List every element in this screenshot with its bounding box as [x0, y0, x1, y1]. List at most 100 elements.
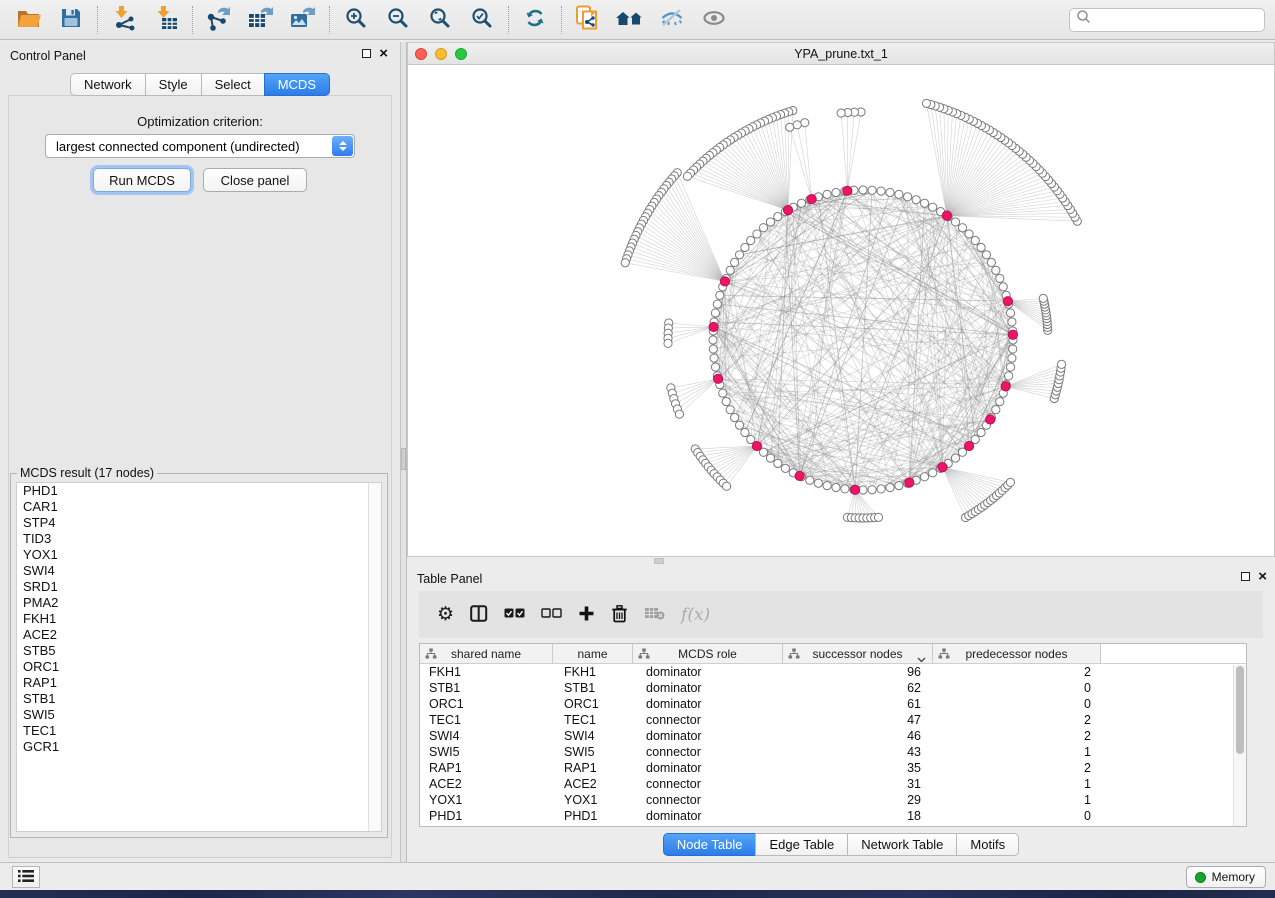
table-cell[interactable]: PHD1: [420, 808, 553, 824]
table-cell[interactable]: connector: [633, 776, 783, 792]
mcds-result-item[interactable]: CAR1: [17, 499, 381, 515]
import-table-button[interactable]: [145, 4, 187, 36]
table-row[interactable]: YOX1YOX1connector291: [420, 792, 1246, 808]
table-cell[interactable]: SWI5: [553, 744, 633, 760]
open-file-button[interactable]: [8, 4, 50, 36]
column-header-name[interactable]: name: [553, 644, 633, 663]
tab-select[interactable]: Select: [201, 73, 265, 96]
network-canvas[interactable]: [408, 65, 1274, 556]
zoom-selected-button[interactable]: [461, 4, 503, 36]
mcds-result-item[interactable]: PHD1: [17, 483, 381, 499]
memory-button[interactable]: Memory: [1186, 866, 1266, 888]
table-cell[interactable]: dominator: [633, 696, 783, 712]
search-box[interactable]: [1069, 8, 1265, 32]
close-panel-icon[interactable]: ×: [1258, 572, 1267, 581]
table-row[interactable]: FKH1FKH1dominator962: [420, 664, 1246, 680]
import-network-button[interactable]: [103, 4, 145, 36]
table-cell[interactable]: SWI5: [420, 744, 553, 760]
mcds-result-item[interactable]: RAP1: [17, 675, 381, 691]
close-panel-button[interactable]: Close panel: [203, 168, 307, 192]
table-cell[interactable]: FKH1: [420, 664, 553, 680]
mcds-result-item[interactable]: TID3: [17, 531, 381, 547]
mcds-result-item[interactable]: YOX1: [17, 547, 381, 563]
table-cell[interactable]: dominator: [633, 680, 783, 696]
table-row[interactable]: SWI5SWI5connector431: [420, 744, 1246, 760]
criterion-dropdown[interactable]: largest connected component (undirected): [45, 134, 355, 158]
mcds-result-list[interactable]: PHD1CAR1STP4TID3YOX1SWI4SRD1PMA2FKH1ACE2…: [16, 482, 382, 832]
table-cell[interactable]: connector: [633, 712, 783, 728]
table-row[interactable]: ORC1ORC1dominator610: [420, 696, 1246, 712]
table-row[interactable]: ACE2ACE2connector311: [420, 776, 1246, 792]
float-panel-icon[interactable]: [1241, 572, 1250, 581]
table-row[interactable]: SWI4SWI4dominator462: [420, 728, 1246, 744]
table-cell[interactable]: 18: [783, 808, 933, 824]
zoom-fit-button[interactable]: [419, 4, 461, 36]
tab-style[interactable]: Style: [145, 73, 202, 96]
table-cell[interactable]: STB1: [553, 680, 633, 696]
table-cell[interactable]: ACE2: [553, 776, 633, 792]
mcds-result-item[interactable]: GCR1: [17, 739, 381, 755]
table-cell[interactable]: 2: [933, 664, 1101, 680]
table-cell[interactable]: PHD1: [553, 808, 633, 824]
table-cell[interactable]: FKH1: [553, 664, 633, 680]
task-history-button[interactable]: [12, 866, 40, 888]
table-row[interactable]: PHD1PHD1dominator180: [420, 808, 1246, 824]
run-mcds-button[interactable]: Run MCDS: [93, 168, 191, 192]
table-scrollbar[interactable]: [1233, 665, 1246, 827]
table-cell[interactable]: 2: [933, 712, 1101, 728]
table-cell[interactable]: YOX1: [420, 792, 553, 808]
table-cell[interactable]: dominator: [633, 664, 783, 680]
table-cell[interactable]: 2: [933, 760, 1101, 776]
table-row[interactable]: STB1STB1dominator620: [420, 680, 1246, 696]
table-cell[interactable]: connector: [633, 744, 783, 760]
table-cell[interactable]: 2: [933, 728, 1101, 744]
table-cell[interactable]: SWI4: [553, 728, 633, 744]
deselect-all-button[interactable]: [541, 600, 562, 630]
mcds-result-item[interactable]: TEC1: [17, 723, 381, 739]
column-header-shared-name[interactable]: shared name: [420, 644, 553, 663]
table-cell[interactable]: ORC1: [553, 696, 633, 712]
table-cell[interactable]: 29: [783, 792, 933, 808]
export-image-button[interactable]: [282, 4, 324, 36]
save-session-button[interactable]: [50, 4, 92, 36]
table-cell[interactable]: 47: [783, 712, 933, 728]
table-cell[interactable]: 61: [783, 696, 933, 712]
mcds-result-item[interactable]: STP4: [17, 515, 381, 531]
refresh-view-button[interactable]: [514, 4, 556, 36]
table-cell[interactable]: dominator: [633, 728, 783, 744]
network-title-bar[interactable]: YPA_prune.txt_1: [408, 43, 1274, 65]
table-row[interactable]: TEC1TEC1connector472: [420, 712, 1246, 728]
table-cell[interactable]: TEC1: [420, 712, 553, 728]
horizontal-splitter[interactable]: [407, 557, 1275, 565]
tab-motifs[interactable]: Motifs: [956, 833, 1019, 856]
scrollbar-thumb[interactable]: [1236, 666, 1244, 754]
mcds-result-item[interactable]: FKH1: [17, 611, 381, 627]
hide-selected-button[interactable]: [651, 4, 693, 36]
table-cell[interactable]: 96: [783, 664, 933, 680]
table-cell[interactable]: 62: [783, 680, 933, 696]
table-cell[interactable]: connector: [633, 792, 783, 808]
vertical-splitter[interactable]: [400, 42, 407, 862]
table-cell[interactable]: ORC1: [420, 696, 553, 712]
table-cell[interactable]: 1: [933, 744, 1101, 760]
table-cell[interactable]: dominator: [633, 760, 783, 776]
table-cell[interactable]: ACE2: [420, 776, 553, 792]
select-all-button[interactable]: [504, 600, 525, 630]
mcds-result-item[interactable]: SWI5: [17, 707, 381, 723]
close-panel-icon[interactable]: ×: [379, 49, 388, 58]
float-panel-icon[interactable]: [362, 49, 371, 58]
list-scrollbar[interactable]: [368, 483, 381, 831]
table-row[interactable]: RAP1RAP1dominator352: [420, 760, 1246, 776]
table-cell[interactable]: 0: [933, 696, 1101, 712]
mcds-result-item[interactable]: PMA2: [17, 595, 381, 611]
delete-table-button[interactable]: [644, 600, 665, 630]
column-header-mcds-role[interactable]: MCDS role: [633, 644, 783, 663]
export-table-button[interactable]: [240, 4, 282, 36]
mcds-result-item[interactable]: ACE2: [17, 627, 381, 643]
table-cell[interactable]: 46: [783, 728, 933, 744]
table-cell[interactable]: 35: [783, 760, 933, 776]
table-cell[interactable]: 1: [933, 776, 1101, 792]
mcds-result-item[interactable]: STB1: [17, 691, 381, 707]
table-cell[interactable]: TEC1: [553, 712, 633, 728]
show-all-button[interactable]: [693, 4, 735, 36]
